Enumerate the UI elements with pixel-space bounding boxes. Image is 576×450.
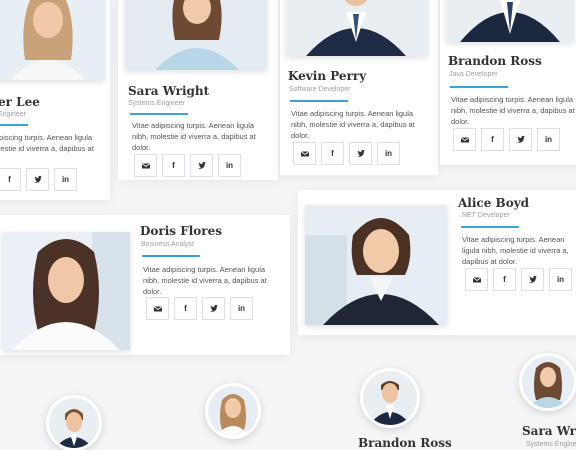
twitter-icon [197,161,206,169]
member-name-3: Kevin Perry [288,69,367,83]
email-button[interactable] [465,268,488,291]
facebook-button[interactable]: f [493,268,516,291]
avatar-name-3: Brandon Ross [358,436,452,450]
accent-rule-2 [130,113,188,115]
social-links-2: f in [134,154,241,177]
social-links-5: f in [146,297,253,320]
team-showcase: er Lee Engineer Vitae adipiscing turpis.… [0,0,576,450]
member-desc-4: Vitae adipiscing turpis. Aenean ligula n… [451,95,575,126]
member-role-5: Business Analyst [141,241,194,248]
email-icon [472,276,481,282]
linkedin-button[interactable]: in [54,168,77,191]
email-button[interactable] [134,154,157,177]
member-photo-1 [0,0,105,80]
facebook-button[interactable]: f [0,168,21,191]
email-icon [141,162,150,168]
facebook-button[interactable]: f [174,297,197,320]
twitter-icon [516,135,525,143]
member-photo-6 [305,205,447,325]
twitter-icon [356,149,365,157]
twitter-icon [528,275,537,283]
member-photo-4 [446,0,574,42]
linkedin-button[interactable]: in [377,142,400,165]
twitter-icon [33,175,42,183]
facebook-button[interactable]: f [321,142,344,165]
avatar-role-4: Systems Engine [526,441,576,448]
member-desc-2: Vitae adipiscing turpis. Aenean ligula n… [132,121,256,152]
twitter-button[interactable] [202,297,225,320]
member-desc-3: Vitae adipiscing turpis. Aenean ligula n… [291,109,415,140]
accent-rule-4 [450,86,508,88]
email-icon [460,136,469,142]
linkedin-button[interactable]: in [549,268,572,291]
twitter-button[interactable] [190,154,213,177]
twitter-button[interactable] [509,128,532,151]
member-name-1: er Lee [0,95,40,109]
email-button[interactable] [146,297,169,320]
twitter-button[interactable] [349,142,372,165]
facebook-button[interactable]: f [162,154,185,177]
email-button[interactable] [453,128,476,151]
avatar-4 [519,353,576,411]
twitter-button[interactable] [521,268,544,291]
email-icon [153,305,162,311]
member-photo-5 [2,232,130,350]
social-links-6: f in [465,268,572,291]
member-photo-2 [125,0,267,70]
member-name-5: Doris Flores [140,224,223,238]
member-name-4: Brandon Ross [448,54,542,68]
social-links-3: f in [293,142,400,165]
member-role-6: .NET Developer [460,212,510,219]
social-links-4: f in [453,128,560,151]
facebook-button[interactable]: f [481,128,504,151]
member-desc-1: Vitae adipiscing turpis. Aenean ligula n… [0,133,94,153]
avatar-1 [46,395,102,450]
email-icon [300,150,309,156]
member-photo-3 [286,0,428,56]
twitter-button[interactable] [26,168,49,191]
member-role-3: Software Developer [289,86,351,93]
member-desc-6: Vitae adipiscing turpis. Aenean ligula n… [462,235,569,266]
member-role-4: Java Developer [449,71,498,78]
linkedin-button[interactable]: in [537,128,560,151]
email-button[interactable] [293,142,316,165]
member-name-2: Sara Wright [128,84,210,98]
avatar-2 [205,383,261,439]
linkedin-button[interactable]: in [230,297,253,320]
linkedin-button[interactable]: in [218,154,241,177]
member-name-6: Alice Boyd [458,196,530,210]
member-role-2: Systems Engineer [128,100,185,107]
accent-rule-5 [142,255,200,257]
member-desc-5: Vitae adipiscing turpis. Aenean ligula n… [143,265,267,296]
avatar-3 [360,368,420,428]
member-role-1: Engineer [0,111,27,118]
accent-rule-6 [461,226,519,228]
accent-rule-1 [0,124,28,126]
social-links-1: f in [0,168,77,191]
twitter-icon [209,304,218,312]
accent-rule-3 [290,100,348,102]
avatar-name-4: Sara Wrigh [522,424,576,438]
